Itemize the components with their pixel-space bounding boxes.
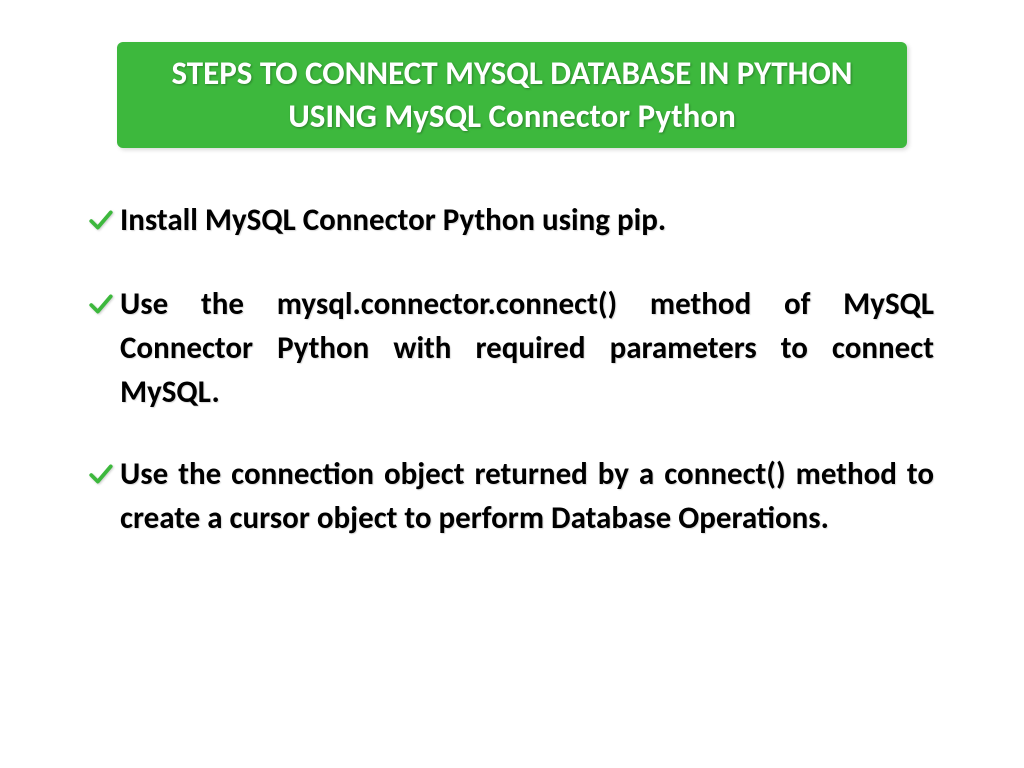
bullet-text: Use the connection object returned by a … xyxy=(120,455,934,537)
checkmark-icon xyxy=(88,285,114,311)
checkmark-icon xyxy=(88,455,114,481)
slide: STEPS TO CONNECT MYSQL DATABASE IN PYTHO… xyxy=(0,0,1024,768)
list-item: Use the connection object returned by a … xyxy=(90,452,934,540)
slide-title: STEPS TO CONNECT MYSQL DATABASE IN PYTHO… xyxy=(145,52,879,138)
checkmark-icon xyxy=(88,201,114,227)
title-box: STEPS TO CONNECT MYSQL DATABASE IN PYTHO… xyxy=(117,42,907,148)
list-item: Install MySQL Connector Python using pip… xyxy=(90,198,934,242)
list-item: Use the mysql.connector.connect() method… xyxy=(90,282,934,414)
bullet-text: Use the mysql.connector.connect() method… xyxy=(120,285,934,411)
bullet-text: Install MySQL Connector Python using pip… xyxy=(120,201,666,239)
bullet-list: Install MySQL Connector Python using pip… xyxy=(90,198,934,540)
